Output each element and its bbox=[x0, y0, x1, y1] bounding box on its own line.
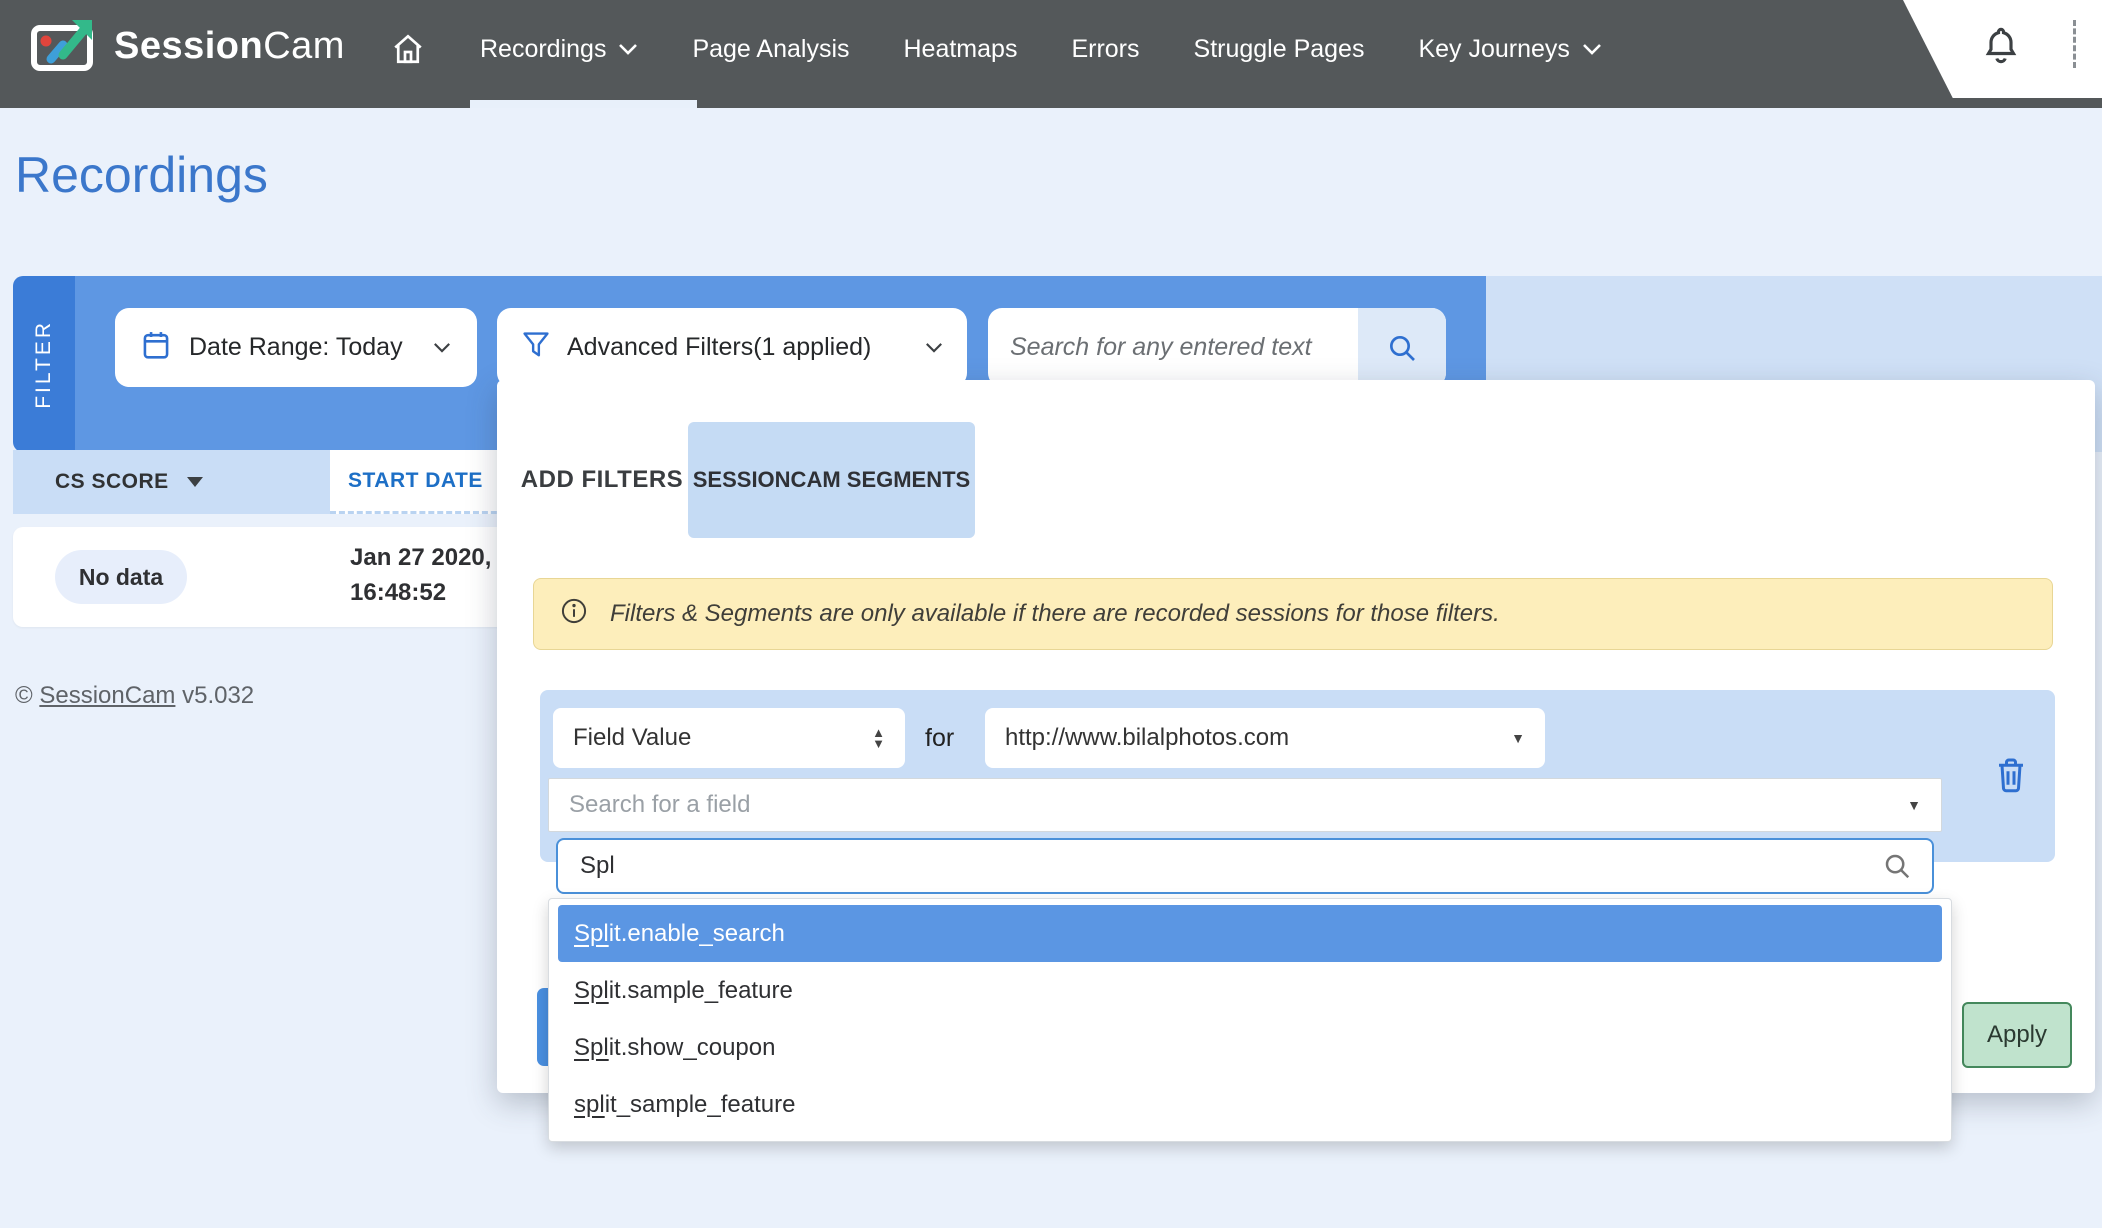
date-range-label: Date Range: Today bbox=[189, 333, 403, 362]
search-icon bbox=[1386, 332, 1418, 364]
apply-button[interactable]: Apply bbox=[1962, 1002, 2072, 1068]
advanced-filters-label: Advanced Filters(1 applied) bbox=[567, 333, 871, 362]
column-header-cs-score[interactable]: CS SCORE bbox=[13, 450, 330, 514]
nav-label: Recordings bbox=[480, 35, 606, 64]
chevron-down-icon bbox=[925, 342, 943, 353]
collapsed-menu-dashes-icon[interactable] bbox=[2073, 20, 2076, 68]
warning-text: Filters & Segments are only available if… bbox=[610, 600, 1500, 628]
option-split-enable-search[interactable]: Split.enable_search bbox=[558, 905, 1942, 962]
nav-item-errors[interactable]: Errors bbox=[1071, 35, 1139, 64]
trash-icon bbox=[1993, 755, 2029, 795]
active-tab-indicator bbox=[470, 100, 697, 108]
field-query-input[interactable] bbox=[578, 851, 1882, 881]
warning-banner: Filters & Segments are only available if… bbox=[533, 578, 2053, 650]
option-split-sample-feature-lower[interactable]: split_sample_feature bbox=[558, 1076, 1942, 1133]
version-label: v5.032 bbox=[182, 682, 254, 709]
tab-add-filters[interactable]: ADD FILTERS bbox=[517, 422, 687, 538]
site-select[interactable]: http://www.bilalphotos.com ▼ bbox=[985, 708, 1545, 768]
copyright-symbol: © bbox=[15, 682, 33, 709]
for-label: for bbox=[925, 708, 954, 768]
text-search-field bbox=[988, 308, 1446, 387]
advanced-filters-button[interactable]: Advanced Filters(1 applied) bbox=[497, 308, 967, 387]
date-range-button[interactable]: Date Range: Today bbox=[115, 308, 477, 387]
nav-item-recordings[interactable]: Recordings bbox=[480, 35, 638, 64]
cs-score-badge: No data bbox=[55, 550, 187, 604]
notifications-bell-icon[interactable] bbox=[1981, 24, 2021, 73]
search-input[interactable] bbox=[988, 308, 1358, 387]
select-arrow-icon: ▼ bbox=[1511, 730, 1525, 746]
info-icon bbox=[560, 597, 588, 632]
brand-name: SessionCam bbox=[114, 25, 345, 68]
search-button[interactable] bbox=[1358, 308, 1446, 387]
option-split-sample-feature[interactable]: Split.sample_feature bbox=[558, 962, 1942, 1019]
nav-item-struggle-pages[interactable]: Struggle Pages bbox=[1194, 35, 1365, 64]
field-search-placeholder: Search for a field bbox=[569, 791, 750, 819]
chevron-down-icon bbox=[618, 43, 638, 55]
home-icon[interactable] bbox=[390, 31, 426, 67]
start-date-label: START DATE bbox=[348, 469, 483, 493]
footer-sessioncam-link[interactable]: SessionCam bbox=[39, 682, 175, 709]
search-icon bbox=[1882, 851, 1912, 881]
field-type-value: Field Value bbox=[573, 724, 691, 752]
site-value: http://www.bilalphotos.com bbox=[1005, 724, 1289, 752]
page-title: Recordings bbox=[15, 146, 268, 204]
chevron-down-icon bbox=[1582, 43, 1602, 55]
top-navbar: SessionCam Recordings Page Analysis Heat… bbox=[0, 0, 2102, 108]
nav-item-page-analysis[interactable]: Page Analysis bbox=[692, 35, 849, 64]
filter-condition-row: Field Value ▲▼ for http://www.bilalphoto… bbox=[540, 690, 2055, 862]
funnel-icon bbox=[521, 329, 551, 366]
sort-descending-icon bbox=[187, 477, 203, 487]
tab-sessioncam-segments[interactable]: SESSIONCAM SEGMENTS bbox=[688, 422, 975, 538]
row-start-date: Jan 27 2020, 16:48:52 bbox=[350, 540, 491, 610]
select-updown-icon: ▲▼ bbox=[872, 727, 885, 749]
field-type-select[interactable]: Field Value ▲▼ bbox=[553, 708, 905, 768]
select-arrow-icon: ▼ bbox=[1907, 797, 1921, 813]
recordings-page: SessionCam Recordings Page Analysis Heat… bbox=[0, 0, 2102, 1228]
calendar-icon bbox=[141, 329, 171, 366]
nav-item-heatmaps[interactable]: Heatmaps bbox=[904, 35, 1018, 64]
footer: © SessionCam v5.032 bbox=[15, 682, 254, 710]
field-query-inputbox bbox=[556, 838, 1934, 894]
option-split-show-coupon[interactable]: Split.show_coupon bbox=[558, 1019, 1942, 1076]
field-search-combobox[interactable]: Search for a field ▼ bbox=[548, 778, 1942, 832]
advanced-filters-panel: ADD FILTERS SESSIONCAM SEGMENTS Filters … bbox=[497, 380, 2095, 1093]
delete-filter-button[interactable] bbox=[1988, 750, 2034, 800]
nav-item-key-journeys[interactable]: Key Journeys bbox=[1418, 35, 1601, 64]
nav-menu: Recordings Page Analysis Heatmaps Errors… bbox=[390, 0, 1602, 98]
field-options-list: Split.enable_search Split.sample_feature… bbox=[548, 898, 1952, 1142]
chevron-down-icon bbox=[433, 342, 451, 353]
filter-side-tab[interactable]: FILTER bbox=[13, 276, 75, 452]
brand-logo[interactable]: SessionCam bbox=[30, 14, 345, 79]
filter-tab-label: FILTER bbox=[32, 320, 56, 409]
cs-score-label: CS SCORE bbox=[55, 470, 169, 494]
sessioncam-logo-icon bbox=[30, 14, 100, 79]
